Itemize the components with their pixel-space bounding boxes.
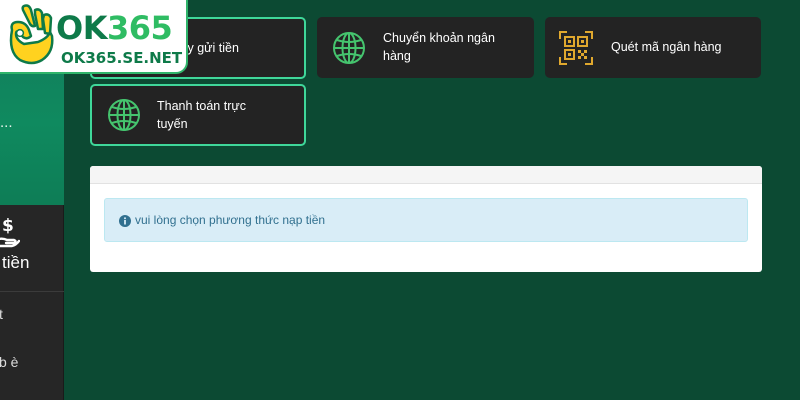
info-alert-text: vui lòng chọn phương thức nạp tiền [135,213,326,227]
globe-icon [107,98,141,137]
sidebar-overflow-text: ... [0,114,13,131]
payment-method-qr[interactable]: Quét mã ngân hàng [545,17,761,78]
payment-method-qr-label: Quét mã ngân hàng [611,40,722,54]
sidebar-item-2[interactable]: b è [0,354,18,370]
logo-title: OK365 [56,9,173,47]
ok-hand-icon [2,2,56,72]
globe-icon [332,31,366,70]
qr-code-icon [559,31,593,70]
deposit-panel: vui lòng chọn phương thức nạp tiền [90,166,762,272]
panel-header [90,166,762,184]
sidebar-item-1[interactable]: t [0,306,3,322]
svg-text:$: $ [2,216,14,236]
info-alert: vui lòng chọn phương thức nạp tiền [104,198,748,242]
logo-site: OK365.SE.NET [61,49,183,67]
sidebar-item-deposit[interactable]: $ [0,205,64,292]
payment-method-company-label: ty gửi tiền [184,41,239,55]
payment-method-online-label-1: Thanh toán trực [157,99,246,113]
info-icon [119,214,131,232]
payment-method-bank-transfer-label-1: Chuyển khoản ngân [383,31,495,45]
payment-method-bank-transfer-label-2: hàng [383,49,411,63]
hand-money-icon: $ [0,215,21,254]
logo-title-ok: OK [56,9,108,47]
payment-method-online-label-2: tuyến [157,117,188,131]
payment-method-bank-transfer[interactable]: Chuyển khoản ngân hàng [317,17,534,78]
sidebar-item-deposit-label: tiền [2,253,30,272]
payment-method-online[interactable]: Thanh toán trực tuyến [90,84,306,146]
brand-logo[interactable]: OK365 OK365.SE.NET [0,0,188,74]
logo-title-365: 365 [107,9,173,47]
